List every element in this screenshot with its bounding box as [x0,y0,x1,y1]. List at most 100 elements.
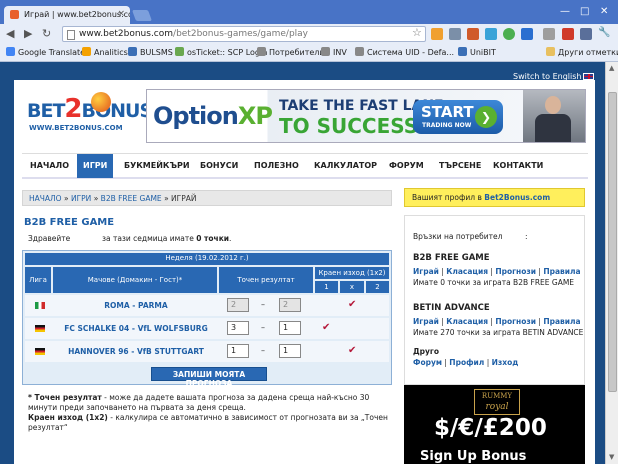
extension-icon[interactable] [467,28,479,40]
extension-icon[interactable] [521,28,533,40]
breadcrumb-home[interactable]: НАЧАЛО [29,194,62,203]
nav-bonuses[interactable]: БОНУСИ [200,161,238,170]
extension-icon[interactable] [485,28,497,40]
optionxp-banner-ad[interactable]: OptionXP TAKE THE FAST LANE TO SUCCESS S… [146,89,586,143]
bookmark-item[interactable]: Система UID - Defa... [355,47,454,57]
nav-bookmakers[interactable]: БУКМЕЙКЪРИ [124,161,190,170]
rummy-royal-ad[interactable]: RUMMY royal $/€/£200 Sign Up Bonus [404,385,585,464]
col-league: Лига [25,267,51,293]
main-navigation: НАЧАЛО ИГРИ БУКМЕЙКЪРИ БОНУСИ ПОЛЕЗНО КА… [22,153,588,179]
nav-calculator[interactable]: КАЛКУЛАТОР [314,161,377,170]
bookmark-item[interactable]: osTicket:: SCP Login [175,47,267,57]
other-bookmarks[interactable]: Други отметки [546,47,618,57]
bookmark-icon [6,47,15,56]
scroll-down-icon[interactable]: ▼ [609,453,614,461]
exit-link[interactable]: Изход [492,358,519,367]
bookmark-icon [257,47,266,56]
scroll-up-icon[interactable]: ▲ [609,64,614,72]
browser-tab[interactable]: Играй | www.bet2bonus.co × [4,6,130,24]
b2b-rules-link[interactable]: Правила [543,267,580,276]
betin-standings-link[interactable]: Класация [446,317,488,326]
other-title: Друго [413,347,440,356]
match-teams: HANNOVER 96 - VfB STUTTGART [68,347,204,356]
ad-bonus-amount: $/€/£200 [434,415,547,441]
nav-contacts[interactable]: КОНТАКТИ [493,161,543,170]
rummy-royal-logo: RUMMY royal [474,389,520,415]
bookmark-item[interactable]: Google Translate [6,47,85,57]
greeting: Здравейте [28,234,71,243]
site-favicon-icon [10,10,19,19]
col-outcome-1: 1 [315,281,338,293]
maximize-icon[interactable]: □ [580,6,589,17]
extension-icon[interactable] [431,28,443,40]
extension-icon[interactable] [580,28,592,40]
bookmark-item[interactable]: Потребители [257,47,325,57]
user-sidebar: Връзки на потребител : B2B FREE GAME Игр… [404,215,585,385]
close-window-icon[interactable]: ✕ [600,6,608,17]
home-score-input[interactable]: 1 [227,344,249,358]
bookmark-item[interactable]: BULSMS [128,47,173,57]
profile-box: Вашият профил в Bet2Bonus.com [404,188,585,207]
extension-icon[interactable] [503,28,515,40]
site-logo[interactable]: BET2BONUS WWW.BET2BONUS.COM [25,92,153,138]
url-path: /bet2bonus-games/game/play [173,29,309,39]
wrench-icon[interactable]: 🔧 [598,27,610,38]
scrollbar[interactable]: ▲ ▼ [605,62,618,464]
checkmark-icon: ✔ [348,299,357,310]
betin-forecasts-link[interactable]: Прогнози [495,317,536,326]
banner-line2: TO SUCCESS [279,114,419,138]
bookmark-icon [458,47,467,56]
tab-title: Играй | www.bet2bonus.co [24,10,130,19]
nav-search[interactable]: ТЪРСЕНЕ [439,161,481,170]
bookmark-star-icon[interactable]: ☆ [412,26,422,39]
profile-link[interactable]: Bet2Bonus.com [484,193,550,202]
page-icon [67,30,75,40]
match-teams: ROMA - PARMA [104,301,168,310]
nav-home[interactable]: НАЧАЛО [30,161,69,170]
extension-icon[interactable] [449,28,461,40]
col-outcome-x: x [340,281,364,293]
bookmark-item[interactable]: Analitics [82,47,128,57]
forward-icon[interactable]: ▶ [24,27,32,40]
betin-play-link[interactable]: Играй [413,317,439,326]
profile-link[interactable]: Профил [449,358,484,367]
banner-businessman-image [523,90,585,142]
b2b-game-title: B2B FREE GAME [413,253,490,263]
bookmark-icon [82,47,91,56]
reload-icon[interactable]: ↻ [42,27,51,40]
tab-close-icon[interactable]: × [117,9,125,19]
nav-forum[interactable]: ФОРУМ [389,161,424,170]
forum-link[interactable]: Форум [413,358,442,367]
nav-useful[interactable]: ПОЛЕЗНО [254,161,299,170]
away-score-input[interactable]: 1 [279,321,301,335]
breadcrumb-b2b[interactable]: B2B FREE GAME [101,194,162,203]
b2b-standings-link[interactable]: Класация [446,267,488,276]
start-trading-button[interactable]: START TRADING NOW ❯ [413,100,503,134]
b2b-forecasts-link[interactable]: Прогнози [495,267,536,276]
nav-games[interactable]: ИГРИ [77,154,114,178]
table-row: ROMA - PARMA 2 – 2 ✔ [25,295,389,316]
home-score-input: 2 [227,298,249,312]
col-outcome-2: 2 [366,281,389,293]
trash-icon[interactable] [543,28,555,40]
back-icon[interactable]: ◀ [6,27,14,40]
new-tab-button[interactable] [131,10,153,21]
scrollbar-thumb[interactable] [608,92,617,392]
bookmark-item[interactable]: UniBIT [458,47,496,57]
bookmark-icon [175,47,184,56]
breadcrumb-current: ИГРАЙ [171,194,197,203]
address-bar[interactable]: www.bet2bonus.com/bet2bonus-games/game/p… [62,26,426,42]
bookmark-item[interactable]: INV [321,47,347,57]
minimize-icon[interactable]: — [560,6,570,17]
b2b-points-info: Имате 0 точки за играта B2B FREE GAME [413,278,575,287]
breadcrumb-games[interactable]: ИГРИ [71,194,91,203]
b2b-play-link[interactable]: Играй [413,267,439,276]
betin-advance-title: BETIN ADVANCE [413,303,490,313]
other-links: Форум | Профил | Изход [413,358,519,367]
betin-rules-link[interactable]: Правила [543,317,580,326]
save-prediction-button[interactable]: ЗАПИШИ МОЯТА ПРОГНОЗА [151,367,267,388]
banner-brand: OptionXP [153,102,273,130]
extension-icon[interactable] [562,28,574,40]
away-score-input[interactable]: 1 [279,344,301,358]
home-score-input[interactable]: 3 [227,321,249,335]
